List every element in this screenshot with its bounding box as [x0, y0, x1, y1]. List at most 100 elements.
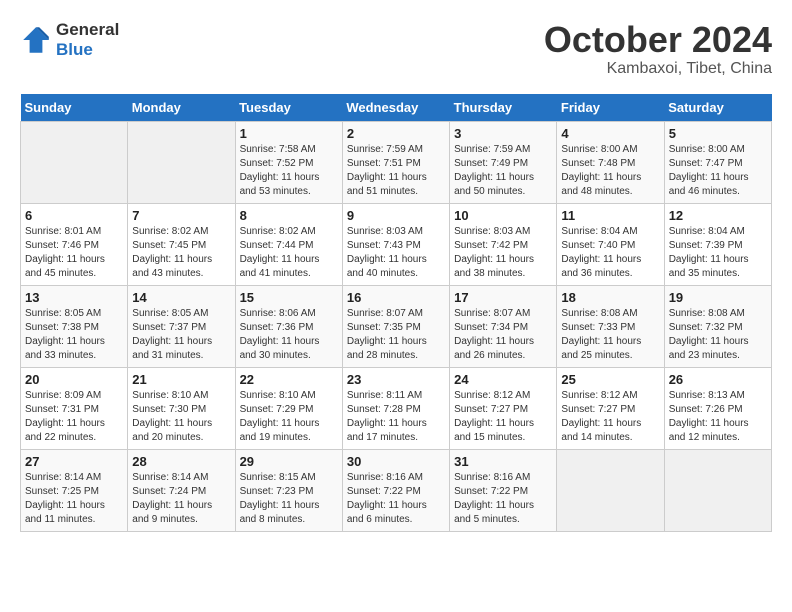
day-number: 15 [240, 290, 338, 305]
day-info: Sunrise: 8:16 AM Sunset: 7:22 PM Dayligh… [454, 471, 552, 527]
calendar-cell: 12Sunrise: 8:04 AM Sunset: 7:39 PM Dayli… [664, 203, 771, 285]
day-info: Sunrise: 8:12 AM Sunset: 7:27 PM Dayligh… [454, 389, 552, 445]
calendar-week-row: 6 Sunrise: 8:01 AM Sunset: 7:46 PM Daylig… [21, 203, 772, 285]
day-info: Sunrise: 8:02 AM Sunset: 7:44 PM Dayligh… [240, 225, 338, 281]
weekday-header: Tuesday [235, 94, 342, 122]
day-number: 25 [561, 372, 659, 387]
calendar-week-row: 27 Sunrise: 8:14 AM Sunset: 7:25 PM Dayli… [21, 449, 772, 531]
page-header: General Blue October 2024 Kambaxoi, Tibe… [20, 20, 772, 78]
calendar-week-row: 1 Sunrise: 7:58 AM Sunset: 7:52 PM Daylig… [21, 121, 772, 203]
calendar-cell: 19Sunrise: 8:08 AM Sunset: 7:32 PM Dayli… [664, 285, 771, 367]
weekday-header: Saturday [664, 94, 771, 122]
day-info: Sunrise: 7:59 AM Sunset: 7:51 PM Dayligh… [347, 143, 445, 199]
weekday-header: Monday [128, 94, 235, 122]
calendar-cell: 6 Sunrise: 8:01 AM Sunset: 7:46 PM Daylig… [21, 203, 128, 285]
day-number: 13 [25, 290, 123, 305]
day-number: 6 [25, 208, 123, 223]
day-number: 29 [240, 454, 338, 469]
calendar-cell: 17 Sunrise: 8:07 AM Sunset: 7:34 PM Dayli… [450, 285, 557, 367]
day-info: Sunrise: 8:06 AM Sunset: 7:36 PM Dayligh… [240, 307, 338, 363]
calendar-header: SundayMondayTuesdayWednesdayThursdayFrid… [21, 94, 772, 122]
logo-text: General Blue [56, 20, 119, 60]
month-title: October 2024 [544, 20, 772, 60]
day-number: 8 [240, 208, 338, 223]
calendar-cell [21, 121, 128, 203]
calendar-cell: 15 Sunrise: 8:06 AM Sunset: 7:36 PM Dayli… [235, 285, 342, 367]
calendar-week-row: 20Sunrise: 8:09 AM Sunset: 7:31 PM Dayli… [21, 367, 772, 449]
calendar-cell [664, 449, 771, 531]
calendar-cell: 29Sunrise: 8:15 AM Sunset: 7:23 PM Dayli… [235, 449, 342, 531]
calendar-cell: 4Sunrise: 8:00 AM Sunset: 7:48 PM Daylig… [557, 121, 664, 203]
calendar-cell: 24 Sunrise: 8:12 AM Sunset: 7:27 PM Dayli… [450, 367, 557, 449]
day-number: 3 [454, 126, 552, 141]
day-info: Sunrise: 8:05 AM Sunset: 7:38 PM Dayligh… [25, 307, 123, 363]
day-info: Sunrise: 8:12 AM Sunset: 7:27 PM Dayligh… [561, 389, 659, 445]
day-number: 17 [454, 290, 552, 305]
day-number: 5 [669, 126, 767, 141]
day-info: Sunrise: 8:13 AM Sunset: 7:26 PM Dayligh… [669, 389, 767, 445]
day-info: Sunrise: 8:07 AM Sunset: 7:34 PM Dayligh… [454, 307, 552, 363]
day-number: 9 [347, 208, 445, 223]
day-number: 30 [347, 454, 445, 469]
day-number: 18 [561, 290, 659, 305]
day-number: 10 [454, 208, 552, 223]
calendar-cell: 30 Sunrise: 8:16 AM Sunset: 7:22 PM Dayli… [342, 449, 449, 531]
logo-icon [20, 24, 52, 56]
logo: General Blue [20, 20, 119, 60]
day-info: Sunrise: 8:11 AM Sunset: 7:28 PM Dayligh… [347, 389, 445, 445]
calendar-week-row: 13 Sunrise: 8:05 AM Sunset: 7:38 PM Dayli… [21, 285, 772, 367]
day-info: Sunrise: 8:14 AM Sunset: 7:25 PM Dayligh… [25, 471, 123, 527]
calendar-cell: 16 Sunrise: 8:07 AM Sunset: 7:35 PM Dayli… [342, 285, 449, 367]
calendar-cell: 7 Sunrise: 8:02 AM Sunset: 7:45 PM Daylig… [128, 203, 235, 285]
calendar-cell: 22Sunrise: 8:10 AM Sunset: 7:29 PM Dayli… [235, 367, 342, 449]
weekday-row: SundayMondayTuesdayWednesdayThursdayFrid… [21, 94, 772, 122]
day-info: Sunrise: 7:58 AM Sunset: 7:52 PM Dayligh… [240, 143, 338, 199]
weekday-header: Sunday [21, 94, 128, 122]
day-info: Sunrise: 8:14 AM Sunset: 7:24 PM Dayligh… [132, 471, 230, 527]
day-number: 27 [25, 454, 123, 469]
calendar-cell: 2 Sunrise: 7:59 AM Sunset: 7:51 PM Daylig… [342, 121, 449, 203]
calendar-cell [557, 449, 664, 531]
calendar-cell: 8 Sunrise: 8:02 AM Sunset: 7:44 PM Daylig… [235, 203, 342, 285]
day-number: 16 [347, 290, 445, 305]
day-info: Sunrise: 8:01 AM Sunset: 7:46 PM Dayligh… [25, 225, 123, 281]
calendar-cell: 13 Sunrise: 8:05 AM Sunset: 7:38 PM Dayli… [21, 285, 128, 367]
day-info: Sunrise: 8:10 AM Sunset: 7:30 PM Dayligh… [132, 389, 230, 445]
day-info: Sunrise: 8:16 AM Sunset: 7:22 PM Dayligh… [347, 471, 445, 527]
day-info: Sunrise: 8:05 AM Sunset: 7:37 PM Dayligh… [132, 307, 230, 363]
weekday-header: Wednesday [342, 94, 449, 122]
day-number: 1 [240, 126, 338, 141]
day-number: 22 [240, 372, 338, 387]
day-info: Sunrise: 8:07 AM Sunset: 7:35 PM Dayligh… [347, 307, 445, 363]
calendar-body: 1 Sunrise: 7:58 AM Sunset: 7:52 PM Daylig… [21, 121, 772, 531]
day-info: Sunrise: 8:08 AM Sunset: 7:32 PM Dayligh… [669, 307, 767, 363]
title-block: October 2024 Kambaxoi, Tibet, China [544, 20, 772, 78]
calendar-cell: 31 Sunrise: 8:16 AM Sunset: 7:22 PM Dayli… [450, 449, 557, 531]
day-number: 28 [132, 454, 230, 469]
day-info: Sunrise: 8:00 AM Sunset: 7:48 PM Dayligh… [561, 143, 659, 199]
weekday-header: Friday [557, 94, 664, 122]
calendar-cell: 3Sunrise: 7:59 AM Sunset: 7:49 PM Daylig… [450, 121, 557, 203]
day-info: Sunrise: 8:00 AM Sunset: 7:47 PM Dayligh… [669, 143, 767, 199]
day-number: 2 [347, 126, 445, 141]
day-info: Sunrise: 8:02 AM Sunset: 7:45 PM Dayligh… [132, 225, 230, 281]
calendar-cell: 23Sunrise: 8:11 AM Sunset: 7:28 PM Dayli… [342, 367, 449, 449]
day-info: Sunrise: 8:04 AM Sunset: 7:39 PM Dayligh… [669, 225, 767, 281]
day-number: 7 [132, 208, 230, 223]
weekday-header: Thursday [450, 94, 557, 122]
calendar-cell: 10 Sunrise: 8:03 AM Sunset: 7:42 PM Dayli… [450, 203, 557, 285]
calendar-cell: 1 Sunrise: 7:58 AM Sunset: 7:52 PM Daylig… [235, 121, 342, 203]
calendar-cell: 25 Sunrise: 8:12 AM Sunset: 7:27 PM Dayli… [557, 367, 664, 449]
day-number: 11 [561, 208, 659, 223]
day-number: 31 [454, 454, 552, 469]
calendar-cell: 20Sunrise: 8:09 AM Sunset: 7:31 PM Dayli… [21, 367, 128, 449]
day-info: Sunrise: 8:03 AM Sunset: 7:42 PM Dayligh… [454, 225, 552, 281]
day-info: Sunrise: 8:08 AM Sunset: 7:33 PM Dayligh… [561, 307, 659, 363]
calendar-cell: 14 Sunrise: 8:05 AM Sunset: 7:37 PM Dayli… [128, 285, 235, 367]
day-number: 24 [454, 372, 552, 387]
calendar-cell: 26Sunrise: 8:13 AM Sunset: 7:26 PM Dayli… [664, 367, 771, 449]
calendar-cell: 21Sunrise: 8:10 AM Sunset: 7:30 PM Dayli… [128, 367, 235, 449]
day-number: 14 [132, 290, 230, 305]
calendar-cell: 28 Sunrise: 8:14 AM Sunset: 7:24 PM Dayli… [128, 449, 235, 531]
calendar-cell [128, 121, 235, 203]
